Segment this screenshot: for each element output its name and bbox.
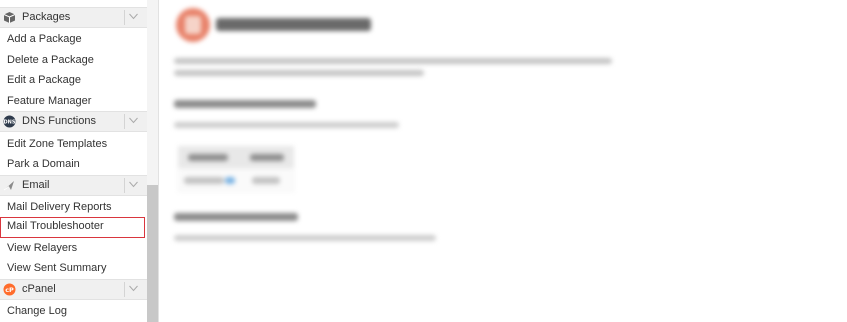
sidebar-item-view-relayers[interactable]: View Relayers [0,238,145,258]
chevron-down-icon[interactable] [124,178,142,193]
chevron-down-icon[interactable] [124,282,142,297]
sidebar-header-label: cPanel [22,283,56,295]
sidebar-item-park-a-domain[interactable]: Park a Domain [0,154,145,174]
sidebar-header-label: Packages [22,11,71,23]
sidebar-header-label: DNS Functions [22,115,96,127]
main-content-blurred [160,0,847,322]
sidebar-item-add-a-package[interactable]: Add a Package [0,29,145,49]
sidebar-item-view-sent-summary[interactable]: View Sent Summary [0,258,145,278]
sidebar-item-mail-troubleshooter[interactable]: Mail Troubleshooter [0,217,145,238]
dns-icon: DNS [3,115,16,128]
sidebar-header-cpanel[interactable]: cP cPanel [0,279,147,300]
page-title-blurred [216,16,376,38]
sidebar-item-delete-a-package[interactable]: Delete a Package [0,50,145,70]
section-heading-blurred-2 [174,212,304,225]
svg-text:cP: cP [5,286,14,294]
package-icon [3,11,16,24]
page-description-blurred [174,56,614,85]
results-table-blurred [177,146,295,194]
sidebar-scrollbar[interactable] [147,0,159,322]
sidebar: Packages Add a Package Delete a Package … [0,0,147,322]
sidebar-item-mail-delivery-reports[interactable]: Mail Delivery Reports [0,197,145,217]
sidebar-header-dns-functions[interactable]: DNS DNS Functions [0,111,147,132]
sidebar-header-email[interactable]: Email [0,175,147,196]
sidebar-item-edit-a-package[interactable]: Edit a Package [0,70,145,90]
cpanel-icon: cP [3,283,16,296]
sidebar-header-packages[interactable]: Packages [0,7,147,28]
sidebar-item-edit-zone-templates[interactable]: Edit Zone Templates [0,134,145,154]
section-heading-blurred [174,99,324,112]
section-text-blurred-2 [174,234,444,245]
section-text-blurred [174,121,404,132]
chevron-down-icon[interactable] [124,10,142,25]
sidebar-item-feature-manager[interactable]: Feature Manager [0,91,145,111]
scrollbar-thumb[interactable] [147,185,158,322]
sidebar-item-change-log[interactable]: Change Log [0,301,145,321]
chevron-down-icon[interactable] [124,114,142,129]
sidebar-header-label: Email [22,179,50,191]
email-icon [3,179,16,192]
page-title-icon [176,8,210,42]
svg-text:DNS: DNS [4,120,16,126]
